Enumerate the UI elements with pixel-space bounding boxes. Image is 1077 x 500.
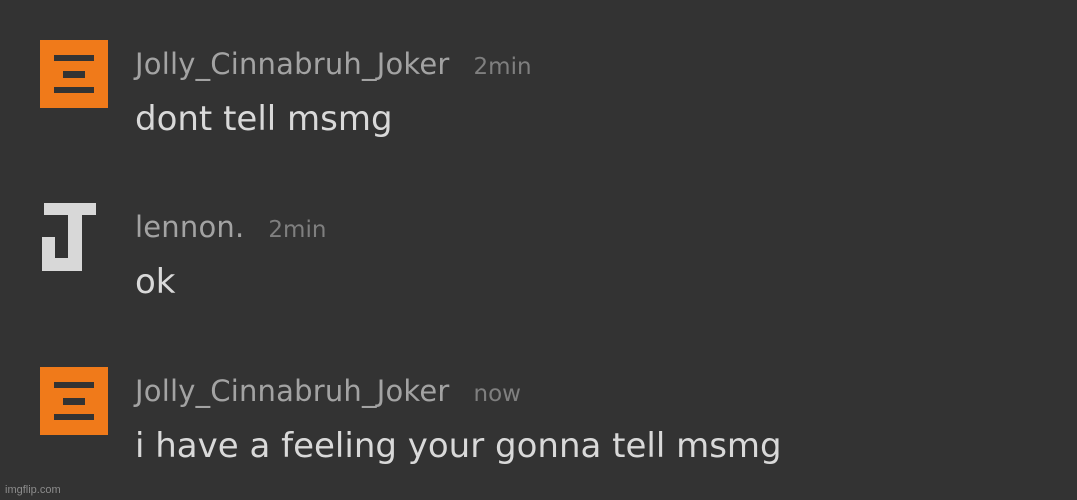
gray-j-logo-icon[interactable] (40, 203, 108, 271)
username[interactable]: lennon. (135, 210, 244, 244)
chat-message: Jolly_Cinnabruh_Joker 2min dont tell msmg (40, 40, 1040, 160)
message-text: i have a feeling your gonna tell msmg (135, 426, 782, 466)
watermark: imgflip.com (5, 484, 61, 496)
orange-h-logo-icon[interactable] (40, 40, 108, 108)
chat-message: Jolly_Cinnabruh_Joker now i have a feelin… (40, 367, 1040, 487)
timestamp: 2min (268, 217, 327, 243)
message-header: lennon. 2min (135, 213, 326, 242)
message-header: Jolly_Cinnabruh_Joker 2min (135, 50, 532, 79)
username[interactable]: Jolly_Cinnabruh_Joker (135, 47, 450, 81)
username[interactable]: Jolly_Cinnabruh_Joker (135, 374, 450, 408)
orange-h-logo-icon[interactable] (40, 367, 108, 435)
message-text: ok (135, 262, 176, 302)
chat-page: Jolly_Cinnabruh_Joker 2min dont tell msmg… (0, 0, 1077, 500)
chat-message: lennon. 2min ok (40, 203, 1040, 323)
timestamp: now (473, 381, 521, 407)
message-header: Jolly_Cinnabruh_Joker now (135, 377, 521, 406)
timestamp: 2min (473, 54, 532, 80)
message-text: dont tell msmg (135, 99, 393, 139)
